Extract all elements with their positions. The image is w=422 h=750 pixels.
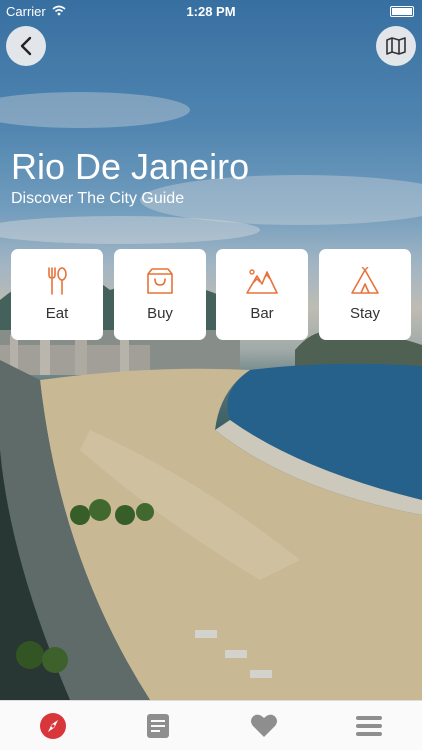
tab-favorites[interactable] [234, 706, 294, 746]
category-label: Buy [147, 305, 173, 322]
category-label: Eat [45, 305, 69, 322]
tab-menu[interactable] [339, 706, 399, 746]
category-label: Bar [250, 305, 274, 322]
status-bar: Carrier 1:28 PM [0, 0, 422, 22]
menu-icon [356, 715, 383, 736]
battery-icon [390, 6, 414, 17]
fork-spoon-icon [46, 267, 68, 295]
shopping-bag-icon [146, 267, 174, 295]
category-bar-button[interactable]: Bar [216, 249, 308, 340]
map-icon [386, 37, 406, 55]
hero-background-image [0, 0, 422, 700]
category-stay-button[interactable]: Stay [319, 249, 411, 340]
category-buy-button[interactable]: Buy [114, 249, 206, 340]
tent-icon [350, 267, 380, 295]
document-icon [147, 713, 170, 738]
page-title: Rio De Janeiro [11, 146, 250, 187]
back-button[interactable] [6, 26, 46, 66]
tab-articles[interactable] [128, 706, 188, 746]
heart-icon [250, 714, 277, 737]
tab-explore[interactable] [23, 706, 83, 746]
category-label: Stay [349, 305, 380, 322]
beach-scene [0, 0, 422, 700]
compass-icon [39, 712, 66, 739]
status-time: 1:28 PM [186, 4, 236, 19]
chevron-left-icon [20, 36, 32, 56]
tab-bar [0, 700, 422, 750]
page-subtitle: Discover The City Guide [11, 190, 185, 207]
mountains-icon [246, 267, 278, 295]
category-eat-button[interactable]: Eat [11, 249, 103, 340]
map-button[interactable] [376, 26, 416, 66]
